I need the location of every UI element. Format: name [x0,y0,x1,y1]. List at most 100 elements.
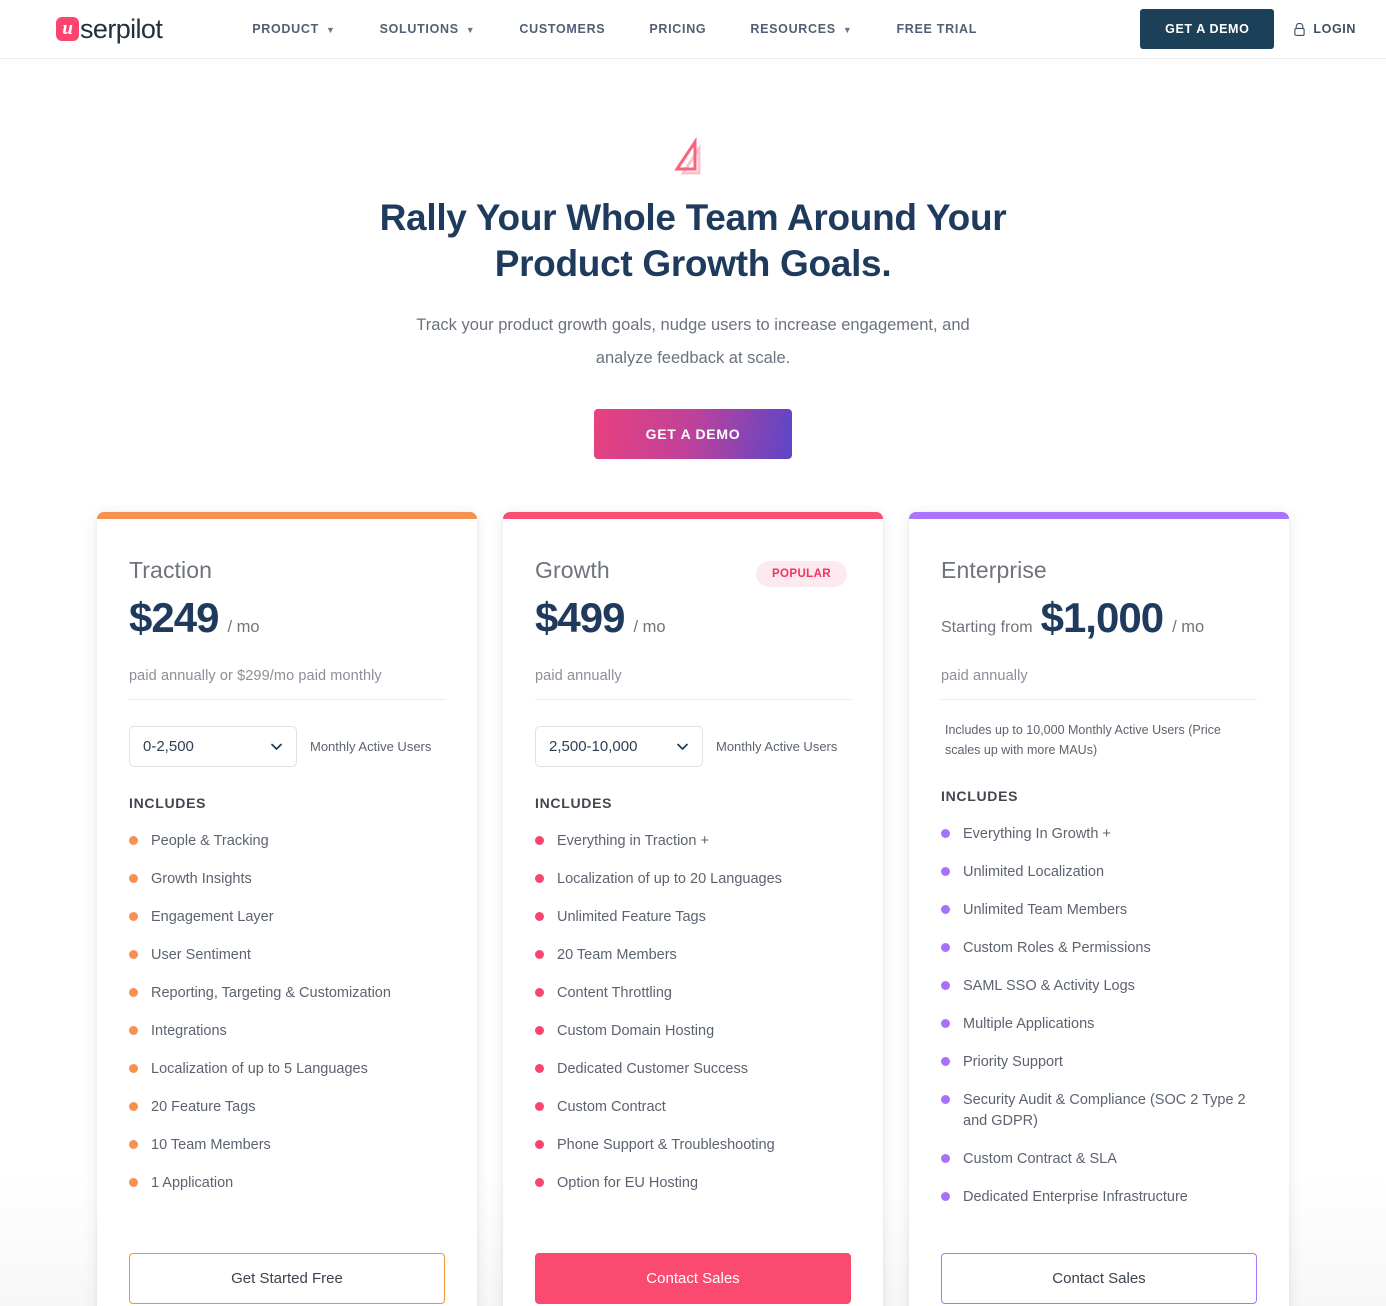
feature-label: User Sentiment [151,947,251,963]
chevron-down-icon [270,740,283,753]
plan-name: Enterprise [941,557,1047,583]
feature-label: Unlimited Localization [963,864,1105,880]
list-item: 20 Team Members [535,945,851,966]
list-item: Priority Support [941,1052,1257,1073]
bullet-icon [535,950,544,959]
hero-subtitle-line-1: Track your product growth goals, nudge u… [416,316,970,334]
feature-label: Reporting, Targeting & Customization [151,985,391,1001]
includes-title: INCLUDES [941,788,1019,804]
bullet-icon [129,1064,138,1073]
get-a-demo-hero-button[interactable]: GET A DEMO [593,409,793,459]
nav-item-resources-label: RESOURCES [750,22,836,36]
list-item: Content Throttling [535,983,851,1004]
bullet-icon [129,874,138,883]
nav-item-solutions[interactable]: SOLUTIONS ▼ [358,12,498,46]
feature-label: Unlimited Feature Tags [557,909,706,925]
bullet-icon [941,943,950,952]
feature-list: Everything In Growth + Unlimited Localiz… [941,824,1257,1225]
chevron-down-icon: ▼ [842,25,853,35]
nav-item-resources[interactable]: RESOURCES ▼ [728,12,874,46]
pricing-page: u serpilot PRODUCT ▼ SOLUTIONS ▼ CUSTOME… [0,0,1386,1306]
chevron-down-icon: ▼ [465,25,476,35]
list-item: Unlimited Team Members [941,900,1257,921]
bullet-icon [535,1064,544,1073]
list-item: Multiple Applications [941,1014,1257,1035]
triangle-icon [0,137,1386,177]
card-footer: Contact Sales [941,1225,1257,1306]
card-header: Growth POPULAR $499 / mo paid annually 2… [535,512,851,767]
list-item: Everything In Growth + [941,824,1257,845]
feature-label: SAML SSO & Activity Logs [963,978,1135,994]
mau-select[interactable]: 2,500-10,000 [535,726,703,767]
hero-subtitle-line-2: analyze feedback at scale. [595,349,791,367]
bullet-icon [535,1140,544,1149]
feature-list: Everything in Traction + Localization of… [535,831,851,1211]
list-item: Everything in Traction + [535,831,851,852]
feature-label: Dedicated Customer Success [557,1061,748,1077]
plan-price-unit: / mo [633,618,666,636]
list-item: Custom Domain Hosting [535,1021,851,1042]
bullet-icon [941,1192,950,1201]
price-row: $249 / mo [129,594,445,642]
feature-list: People & Tracking Growth Insights Engage… [129,831,445,1211]
list-item: Integrations [129,1021,445,1042]
list-item: Localization of up to 20 Languages [535,869,851,890]
card-footer: Contact Sales [535,1225,851,1306]
list-item: User Sentiment [129,945,445,966]
feature-label: Everything in Traction + [557,833,709,849]
list-item: Custom Contract & SLA [941,1149,1257,1170]
logo-mark-icon: u [56,17,79,41]
nav-item-product[interactable]: PRODUCT ▼ [230,12,357,46]
list-item: Reporting, Targeting & Customization [129,983,445,1004]
bullet-icon [129,1178,138,1187]
bullet-icon [535,1026,544,1035]
card-header: Traction $249 / mo paid annually or $299… [129,512,445,767]
includes-title: INCLUDES [129,795,207,811]
list-item: Unlimited Feature Tags [535,907,851,928]
mau-row: 2,500-10,000 Monthly Active Users [535,726,851,767]
get-started-free-button[interactable]: Get Started Free [129,1253,445,1304]
bullet-icon [129,836,138,845]
bullet-icon [941,905,950,914]
feature-label: Security Audit & Compliance (SOC 2 Type … [963,1092,1246,1129]
status-badge-popular: POPULAR [755,561,847,587]
feature-label: Engagement Layer [151,909,274,925]
price-row: Starting from $1,000 / mo [941,594,1257,642]
bullet-icon [941,829,950,838]
bullet-icon [941,981,950,990]
bullet-icon [535,836,544,845]
mau-select[interactable]: 0-2,500 [129,726,297,767]
price-row: $499 / mo [535,594,851,642]
login-link[interactable]: LOGIN [1294,22,1356,36]
nav-item-customers[interactable]: CUSTOMERS [497,12,627,46]
includes-title: INCLUDES [535,795,613,811]
list-item: People & Tracking [129,831,445,852]
userpilot-logo[interactable]: u serpilot [56,13,163,45]
bullet-icon [129,1140,138,1149]
list-item: Localization of up to 5 Languages [129,1059,445,1080]
contact-sales-enterprise-button[interactable]: Contact Sales [941,1253,1257,1304]
card-header: Enterprise Starting from $1,000 / mo pai… [941,512,1257,760]
feature-label: Custom Contract & SLA [963,1151,1117,1167]
feature-label: Growth Insights [151,871,252,887]
logo-wordmark: serpilot [80,13,163,44]
pricing-card-enterprise: Enterprise Starting from $1,000 / mo pai… [909,512,1289,1306]
chevron-down-icon [676,740,689,753]
nav-item-pricing[interactable]: PRICING [627,12,728,46]
nav-item-product-label: PRODUCT [252,22,319,36]
bullet-icon [941,1154,950,1163]
hero-title-line-2: Product Growth Goals. [494,243,892,284]
feature-label: People & Tracking [151,833,269,849]
feature-label: 10 Team Members [151,1137,271,1153]
contact-sales-growth-button[interactable]: Contact Sales [535,1253,851,1304]
nav-item-free-trial[interactable]: FREE TRIAL [874,12,999,46]
feature-label: 20 Feature Tags [151,1099,256,1115]
get-a-demo-nav-button[interactable]: GET A DEMO [1140,9,1275,49]
feature-label: Localization of up to 5 Languages [151,1061,368,1077]
list-item: Growth Insights [129,869,445,890]
feature-label: Content Throttling [557,985,672,1001]
list-item: Engagement Layer [129,907,445,928]
bullet-icon [941,867,950,876]
nav-links: PRODUCT ▼ SOLUTIONS ▼ CUSTOMERS PRICING … [230,12,1140,46]
plan-price: $1,000 [1040,594,1164,641]
